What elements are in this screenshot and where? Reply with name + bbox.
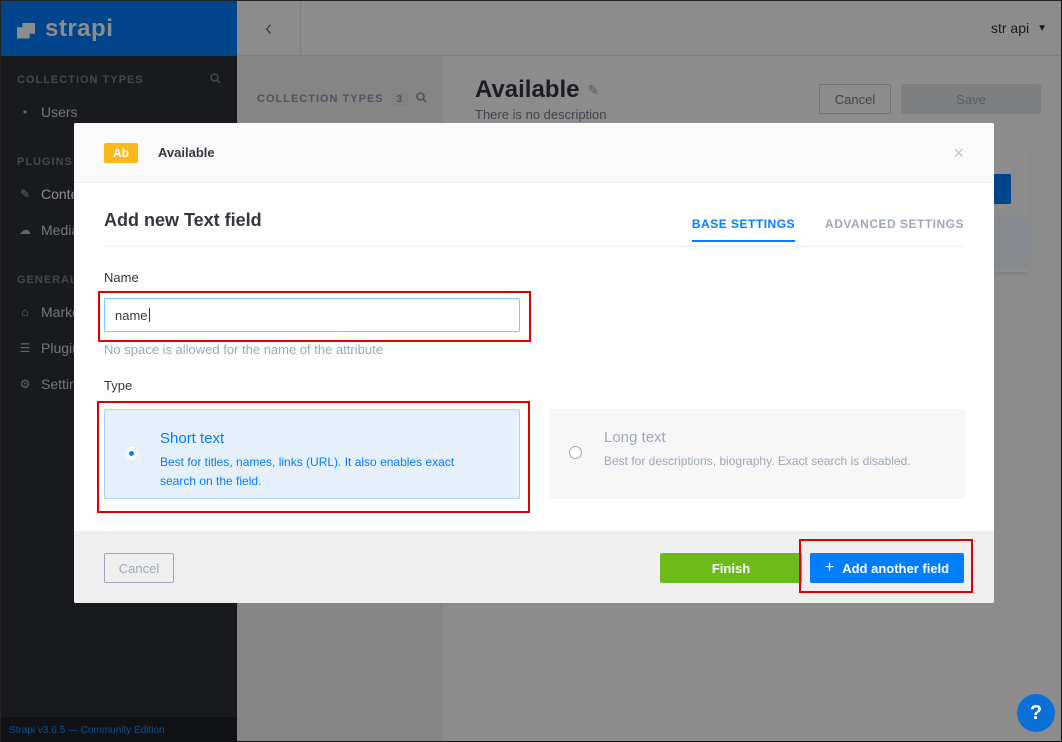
short-text-option[interactable]: Short text Best for titles, names, links… xyxy=(104,409,520,499)
name-label: Name xyxy=(104,270,139,285)
modal-section-title: Add new Text field xyxy=(104,210,262,230)
radio-selected-icon[interactable] xyxy=(125,447,138,460)
modal-header-title: Available xyxy=(158,145,215,160)
tabs-divider xyxy=(104,246,964,247)
short-text-description: Best for titles, names, links (URL). It … xyxy=(160,455,455,488)
long-text-option[interactable]: Long text Best for descriptions, biograp… xyxy=(549,409,965,499)
modal-cancel-button[interactable]: Cancel xyxy=(104,553,174,583)
tab-base-settings[interactable]: BASE SETTINGS xyxy=(691,217,796,242)
long-text-title: Long text xyxy=(604,429,666,446)
modal-header: Ab Available × xyxy=(74,123,994,183)
help-button[interactable]: ? xyxy=(1017,694,1055,732)
name-input-value: name xyxy=(115,307,148,323)
text-type-badge: Ab xyxy=(104,142,138,163)
modal-footer: Cancel Finish + Add another field xyxy=(74,531,994,603)
type-label: Type xyxy=(104,378,133,393)
text-cursor xyxy=(148,308,150,322)
add-another-field-label: Add another field xyxy=(842,560,950,576)
radio-unselected-icon[interactable] xyxy=(569,446,582,459)
add-another-field-button[interactable]: + Add another field xyxy=(810,553,964,583)
plus-icon: + xyxy=(824,559,835,576)
settings-tabs: BASE SETTINGS ADVANCED SETTINGS xyxy=(691,217,964,242)
short-text-title: Short text xyxy=(160,430,225,447)
close-icon[interactable]: × xyxy=(953,143,964,164)
tab-advanced-settings[interactable]: ADVANCED SETTINGS xyxy=(825,217,964,242)
add-field-modal: Ab Available × Add new Text field BASE S… xyxy=(74,123,994,603)
finish-button[interactable]: Finish xyxy=(660,553,802,583)
long-text-description: Best for descriptions, biography. Exact … xyxy=(604,454,911,468)
name-input[interactable]: name xyxy=(104,298,520,332)
name-hint: No space is allowed for the name of the … xyxy=(104,342,383,357)
